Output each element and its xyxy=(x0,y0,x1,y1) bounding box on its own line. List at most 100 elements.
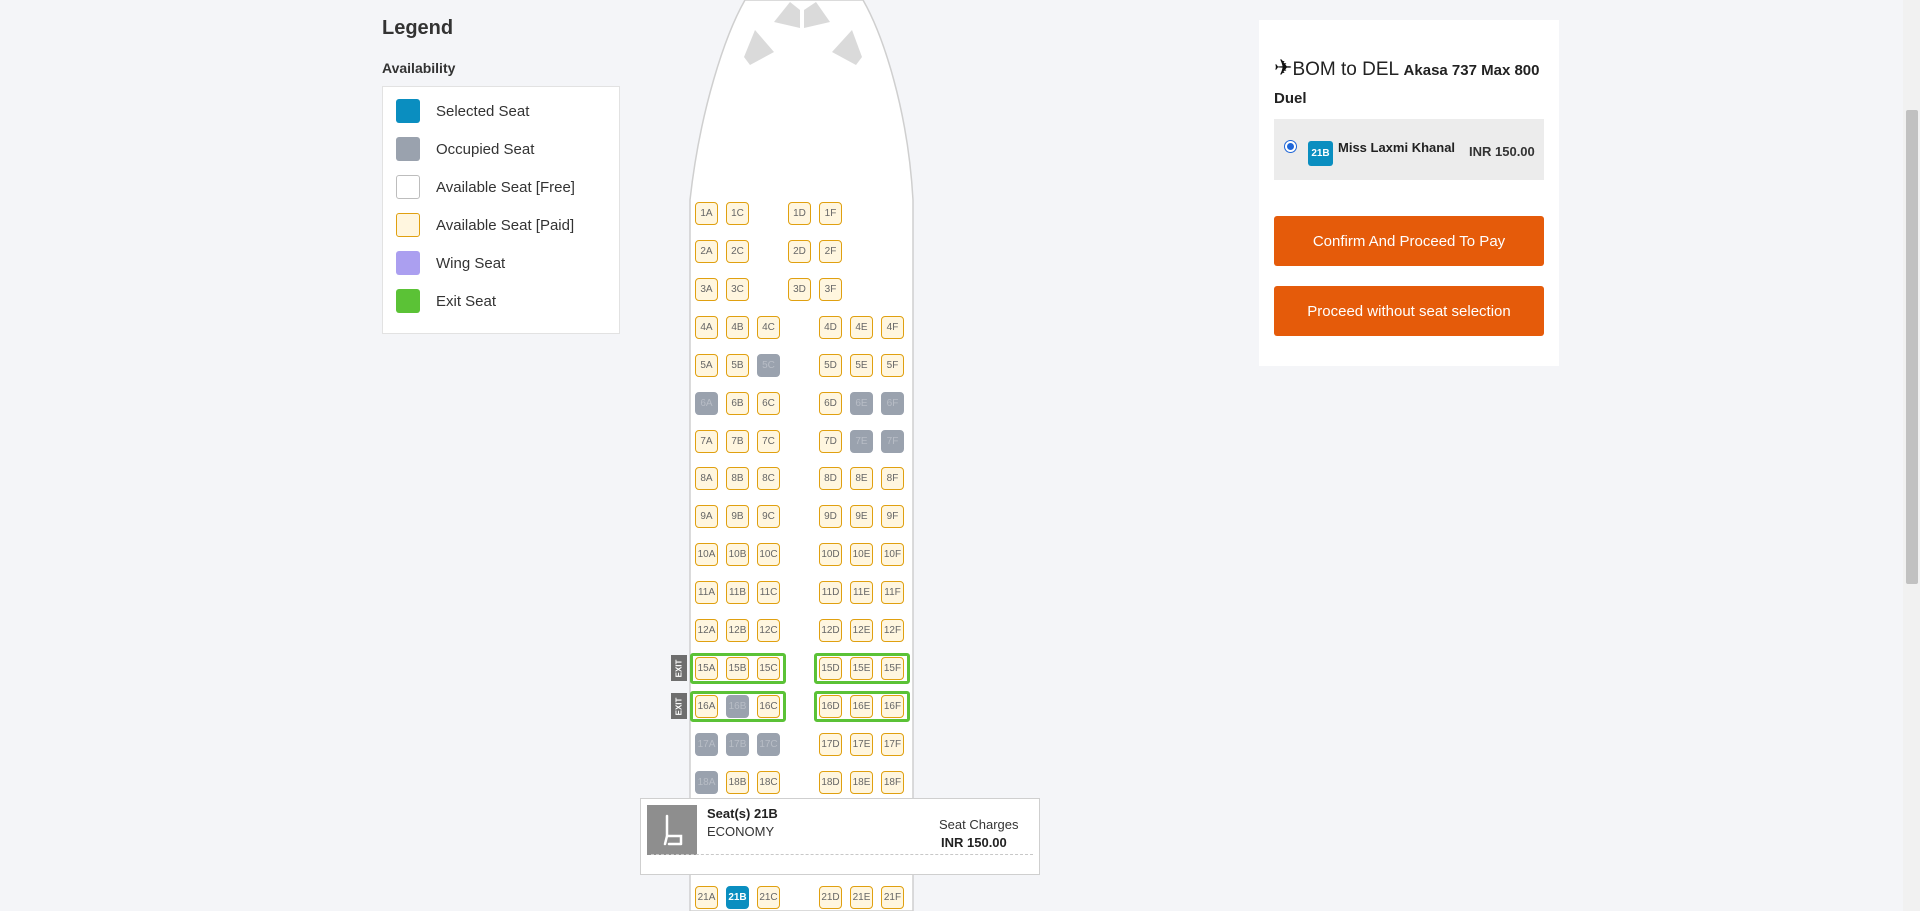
seat-1f[interactable]: 1F xyxy=(819,202,842,225)
seat-5b[interactable]: 5B xyxy=(726,354,749,377)
seat-18d[interactable]: 18D xyxy=(819,771,842,794)
seat-9c[interactable]: 9C xyxy=(757,505,780,528)
seat-4a[interactable]: 4A xyxy=(695,316,718,339)
passenger-row[interactable]: 21B Miss Laxmi Khanal INR 150.00 xyxy=(1274,119,1544,180)
seat-5e[interactable]: 5E xyxy=(850,354,873,377)
seat-1c[interactable]: 1C xyxy=(726,202,749,225)
flight-route: ✈BOM to DEL Akasa 737 Max 800 Duel xyxy=(1274,54,1549,113)
seat-9f[interactable]: 9F xyxy=(881,505,904,528)
seat-3a[interactable]: 3A xyxy=(695,278,718,301)
seat-6e: 6E xyxy=(850,392,873,415)
seat-9e[interactable]: 9E xyxy=(850,505,873,528)
seat-4b[interactable]: 4B xyxy=(726,316,749,339)
seat-7d[interactable]: 7D xyxy=(819,430,842,453)
seat-10a[interactable]: 10A xyxy=(695,543,718,566)
seat-4d[interactable]: 4D xyxy=(819,316,842,339)
seat-11d[interactable]: 11D xyxy=(819,581,842,604)
seat-5a[interactable]: 5A xyxy=(695,354,718,377)
seat-5f[interactable]: 5F xyxy=(881,354,904,377)
seat-15f[interactable]: 15F xyxy=(881,657,904,680)
seat-7a[interactable]: 7A xyxy=(695,430,718,453)
seat-15b[interactable]: 15B xyxy=(726,657,749,680)
seat-8e[interactable]: 8E xyxy=(850,467,873,490)
seat-8f[interactable]: 8F xyxy=(881,467,904,490)
seat-15e[interactable]: 15E xyxy=(850,657,873,680)
seat-18b[interactable]: 18B xyxy=(726,771,749,794)
seat-10c[interactable]: 10C xyxy=(757,543,780,566)
seat-9a[interactable]: 9A xyxy=(695,505,718,528)
seat-15a[interactable]: 15A xyxy=(695,657,718,680)
passenger-name: Miss Laxmi Khanal xyxy=(1338,140,1456,155)
seat-18c[interactable]: 18C xyxy=(757,771,780,794)
seat-3c[interactable]: 3C xyxy=(726,278,749,301)
seat-12a[interactable]: 12A xyxy=(695,619,718,642)
seat-16c[interactable]: 16C xyxy=(757,695,780,718)
seat-21b[interactable]: 21B xyxy=(726,886,749,909)
seat-5c: 5C xyxy=(757,354,780,377)
seat-12f[interactable]: 12F xyxy=(881,619,904,642)
seat-6d[interactable]: 6D xyxy=(819,392,842,415)
seat-18e[interactable]: 18E xyxy=(850,771,873,794)
seat-8d[interactable]: 8D xyxy=(819,467,842,490)
seat-12d[interactable]: 12D xyxy=(819,619,842,642)
skip-seat-selection-button[interactable]: Proceed without seat selection xyxy=(1274,286,1544,336)
passenger-radio[interactable] xyxy=(1284,140,1297,153)
seat-2c[interactable]: 2C xyxy=(726,240,749,263)
seat-3d[interactable]: 3D xyxy=(788,278,811,301)
passenger-seat-price: INR 150.00 xyxy=(1469,144,1535,159)
seat-11e[interactable]: 11E xyxy=(850,581,873,604)
confirm-and-pay-button[interactable]: Confirm And Proceed To Pay xyxy=(1274,216,1544,266)
seat-10e[interactable]: 10E xyxy=(850,543,873,566)
seat-21f[interactable]: 21F xyxy=(881,886,904,909)
seat-10d[interactable]: 10D xyxy=(819,543,842,566)
seat-4e[interactable]: 4E xyxy=(850,316,873,339)
popup-seat-class: ECONOMY xyxy=(707,824,775,839)
seat-2d[interactable]: 2D xyxy=(788,240,811,263)
seat-8a[interactable]: 8A xyxy=(695,467,718,490)
seat-12c[interactable]: 12C xyxy=(757,619,780,642)
seat-11a[interactable]: 11A xyxy=(695,581,718,604)
seat-15c[interactable]: 15C xyxy=(757,657,780,680)
seat-17d[interactable]: 17D xyxy=(819,733,842,756)
seat-8b[interactable]: 8B xyxy=(726,467,749,490)
seat-21e[interactable]: 21E xyxy=(850,886,873,909)
seat-16a[interactable]: 16A xyxy=(695,695,718,718)
seat-17f[interactable]: 17F xyxy=(881,733,904,756)
seat-6c[interactable]: 6C xyxy=(757,392,780,415)
seat-21a[interactable]: 21A xyxy=(695,886,718,909)
seat-1d[interactable]: 1D xyxy=(788,202,811,225)
seat-11c[interactable]: 11C xyxy=(757,581,780,604)
seat-18f[interactable]: 18F xyxy=(881,771,904,794)
seat-8c[interactable]: 8C xyxy=(757,467,780,490)
seat-4c[interactable]: 4C xyxy=(757,316,780,339)
seat-9d[interactable]: 9D xyxy=(819,505,842,528)
scrollbar-thumb[interactable] xyxy=(1906,110,1918,584)
seat-21d[interactable]: 21D xyxy=(819,886,842,909)
seat-15d[interactable]: 15D xyxy=(819,657,842,680)
seat-11b[interactable]: 11B xyxy=(726,581,749,604)
popup-charges-label: Seat Charges xyxy=(939,817,1019,832)
seat-1a[interactable]: 1A xyxy=(695,202,718,225)
seat-21c[interactable]: 21C xyxy=(757,886,780,909)
seat-10b[interactable]: 10B xyxy=(726,543,749,566)
seat-4f[interactable]: 4F xyxy=(881,316,904,339)
seat-6b[interactable]: 6B xyxy=(726,392,749,415)
seat-7c[interactable]: 7C xyxy=(757,430,780,453)
seat-16b: 16B xyxy=(726,695,749,718)
seat-16e[interactable]: 16E xyxy=(850,695,873,718)
seat-16d[interactable]: 16D xyxy=(819,695,842,718)
seat-16f[interactable]: 16F xyxy=(881,695,904,718)
seat-2a[interactable]: 2A xyxy=(695,240,718,263)
seat-11f[interactable]: 11F xyxy=(881,581,904,604)
seat-17e[interactable]: 17E xyxy=(850,733,873,756)
seat-12e[interactable]: 12E xyxy=(850,619,873,642)
seat-7b[interactable]: 7B xyxy=(726,430,749,453)
seat-10f[interactable]: 10F xyxy=(881,543,904,566)
seat-9b[interactable]: 9B xyxy=(726,505,749,528)
seat-3f[interactable]: 3F xyxy=(819,278,842,301)
popup-divider xyxy=(651,854,1033,855)
seat-2f[interactable]: 2F xyxy=(819,240,842,263)
seat-5d[interactable]: 5D xyxy=(819,354,842,377)
seat-12b[interactable]: 12B xyxy=(726,619,749,642)
exit-marker: EXIT xyxy=(671,655,687,681)
